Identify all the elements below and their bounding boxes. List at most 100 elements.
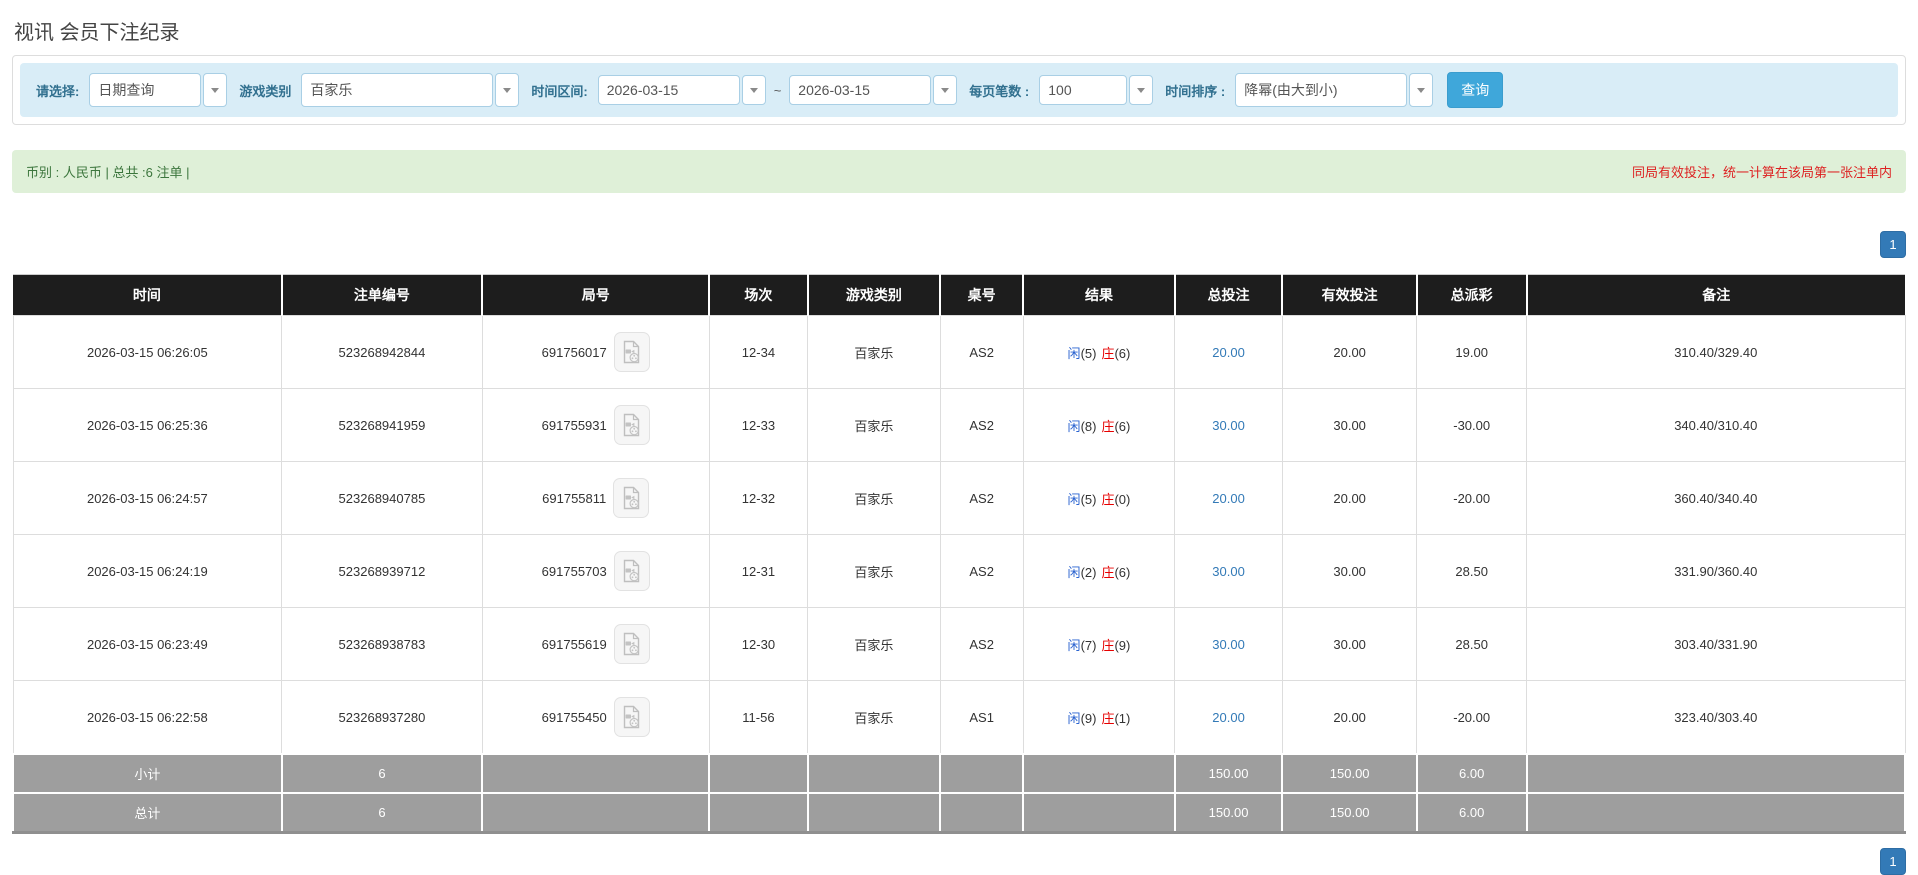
cell-game-type: 百家乐 [807, 534, 941, 608]
date-to-dropdown-button[interactable] [933, 75, 958, 105]
total-bet-link[interactable]: 20.00 [1212, 710, 1245, 725]
filter-panel: 请选择: 日期查询 游戏类别 百家乐 时间区间: 2026-03-15 ~ 20… [12, 55, 1906, 125]
cell-bet-id: 523268942844 [281, 315, 483, 389]
cell-round-id: 691755450 [481, 680, 710, 755]
query-type-label: 请选择: [36, 83, 80, 99]
video-replay-button[interactable] [613, 478, 650, 518]
video-file-icon [624, 705, 640, 729]
subtotal-row: 小计 6 150.00 150.00 6.00 [12, 753, 1907, 794]
footer-empty-cell [481, 753, 711, 794]
result-player-label: 闲 [1067, 564, 1081, 580]
video-file-icon [624, 340, 640, 364]
footer-empty-cell [708, 753, 809, 794]
date-from-dropdown-button[interactable] [741, 75, 766, 105]
cell-table-number: AS2 [939, 534, 1024, 608]
cell-payout: -30.00 [1416, 388, 1528, 462]
cell-table-number: AS2 [939, 461, 1024, 535]
result-banker-value: (6) [1114, 418, 1131, 434]
video-file-icon [624, 413, 640, 437]
cell-round-id: 691756017 [481, 315, 710, 389]
pagination-top: 1 [12, 231, 1906, 258]
time-sort-select[interactable]: 降幂(由大到小) [1235, 73, 1434, 107]
cell-note: 303.40/331.90 [1526, 607, 1906, 681]
video-replay-button[interactable] [613, 697, 650, 737]
video-replay-button[interactable] [613, 551, 650, 591]
cell-note: 360.40/340.40 [1526, 461, 1906, 535]
date-to-select[interactable]: 2026-03-15 [789, 75, 958, 105]
cell-result: 闲(8) 庄(6) [1022, 388, 1176, 462]
query-type-value[interactable]: 日期查询 [89, 73, 202, 107]
total-bet-link[interactable]: 20.00 [1212, 345, 1245, 360]
video-replay-button[interactable] [613, 332, 650, 372]
result-player-value: (2) [1080, 564, 1097, 580]
date-from-select[interactable]: 2026-03-15 [597, 75, 766, 105]
cell-result: 闲(2) 庄(6) [1022, 534, 1176, 608]
header-result: 结果 [1022, 274, 1175, 316]
video-replay-button[interactable] [613, 624, 650, 664]
result-banker-value: (1) [1114, 710, 1131, 726]
table-row: 2026-03-15 06:25:36 523268941959 6917559… [12, 388, 1906, 462]
subtotal-count: 6 [280, 753, 484, 794]
game-type-dropdown-button[interactable] [495, 73, 520, 107]
cell-table-number: AS1 [939, 680, 1024, 755]
search-button[interactable]: 查询 [1447, 72, 1504, 108]
total-bet-link[interactable]: 30.00 [1212, 564, 1245, 579]
query-type-select[interactable]: 日期查询 [89, 73, 228, 107]
result-banker-label: 庄 [1101, 564, 1115, 580]
video-replay-button[interactable] [613, 405, 650, 445]
header-time: 时间 [13, 274, 282, 316]
page-size-select[interactable]: 100 [1039, 75, 1154, 105]
header-table-number: 桌号 [939, 274, 1024, 316]
cell-result: 闲(5) 庄(0) [1022, 461, 1176, 535]
cell-time: 2026-03-15 06:23:49 [12, 607, 283, 681]
result-player-label: 闲 [1067, 418, 1081, 434]
cell-session: 12-33 [708, 388, 809, 462]
query-type-dropdown-button[interactable] [203, 73, 228, 107]
header-payout: 总派彩 [1415, 274, 1527, 316]
game-type-select[interactable]: 百家乐 [301, 73, 520, 107]
cell-round-id: 691755931 [481, 388, 710, 462]
cell-game-type: 百家乐 [807, 388, 941, 462]
round-number: 691755450 [541, 709, 607, 725]
page-size-dropdown-button[interactable] [1129, 75, 1154, 105]
total-bet-link[interactable]: 30.00 [1212, 637, 1245, 652]
time-sort-value[interactable]: 降幂(由大到小) [1235, 73, 1408, 107]
game-type-value[interactable]: 百家乐 [301, 73, 494, 107]
cell-bet-id: 523268938783 [281, 607, 483, 681]
date-from-value[interactable]: 2026-03-15 [597, 75, 740, 105]
cell-total-bet: 20.00 [1174, 680, 1283, 755]
footer-empty-cell [708, 792, 809, 834]
table-row: 2026-03-15 06:24:57 523268940785 6917558… [12, 461, 1906, 535]
page-1-button[interactable]: 1 [1880, 231, 1906, 258]
date-range-tilde: ~ [773, 82, 782, 98]
cell-valid-bet: 20.00 [1281, 315, 1418, 389]
cell-time: 2026-03-15 06:24:57 [12, 461, 283, 535]
cell-bet-id: 523268939712 [281, 534, 483, 608]
chevron-down-icon [749, 87, 758, 93]
cell-table-number: AS2 [939, 315, 1024, 389]
date-to-value[interactable]: 2026-03-15 [789, 75, 932, 105]
cell-valid-bet: 30.00 [1281, 534, 1418, 608]
video-file-icon [624, 559, 640, 583]
video-file-icon [624, 632, 640, 656]
video-file-icon [623, 486, 639, 510]
cell-table-number: AS2 [939, 607, 1024, 681]
page-size-value[interactable]: 100 [1039, 75, 1128, 105]
time-sort-dropdown-button[interactable] [1409, 73, 1434, 107]
cell-note: 323.40/303.40 [1526, 680, 1906, 755]
time-range-label: 时间区间: [531, 83, 588, 99]
footer-empty-cell [806, 792, 942, 834]
cell-bet-id: 523268937280 [281, 680, 483, 755]
result-banker-value: (6) [1114, 564, 1131, 580]
page-1-button[interactable]: 1 [1880, 848, 1906, 875]
header-round-id: 局号 [481, 274, 710, 316]
game-type-label: 游戏类别 [239, 83, 292, 99]
cell-total-bet: 30.00 [1174, 388, 1283, 462]
total-bet-link[interactable]: 20.00 [1212, 491, 1245, 506]
round-number: 691755703 [541, 563, 607, 579]
subtotal-label: 小计 [12, 753, 283, 794]
total-bet-link[interactable]: 30.00 [1212, 418, 1245, 433]
cell-table-number: AS2 [939, 388, 1024, 462]
cell-total-bet: 30.00 [1174, 534, 1283, 608]
result-player-value: (7) [1080, 637, 1097, 653]
